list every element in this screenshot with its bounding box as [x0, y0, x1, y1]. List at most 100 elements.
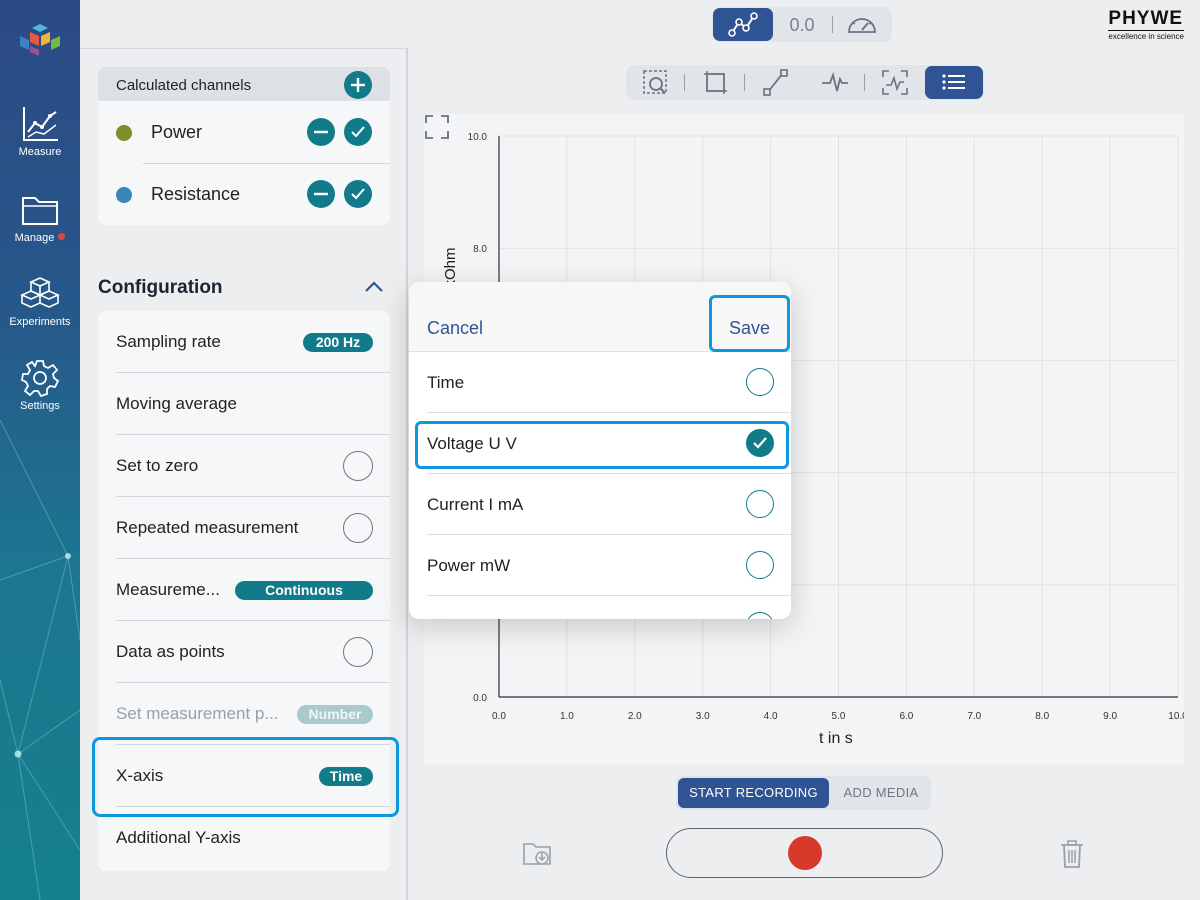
option-radio[interactable]: [746, 368, 774, 396]
calculated-channels-title: Calculated channels: [116, 77, 252, 94]
option-radio[interactable]: [746, 490, 774, 518]
y-tick-label: 0.0: [473, 693, 487, 704]
option-partial[interactable]: [409, 596, 791, 619]
channel-color-dot: [116, 125, 132, 141]
divider: [864, 74, 865, 91]
save-to-folder-icon[interactable]: [522, 838, 554, 868]
option-label: Current I mA: [427, 495, 524, 514]
add-channel-button[interactable]: [344, 71, 372, 99]
x-tick-label: 6.0: [899, 711, 913, 722]
signal-analysis-button[interactable]: [806, 65, 864, 100]
digital-value-button[interactable]: 0.0: [780, 15, 824, 36]
y-tick-label: 10.0: [468, 132, 488, 143]
row-label: Set to zero: [116, 456, 199, 475]
divider: [832, 16, 833, 33]
signal-frame-button[interactable]: [866, 65, 924, 100]
option-radio[interactable]: [746, 612, 774, 619]
x-axis-label: t in s: [819, 730, 853, 747]
recording-mode-switch: START RECORDING ADD MEDIA: [676, 776, 931, 810]
rail-item-label: Experiments: [9, 316, 71, 328]
channel-enabled-toggle[interactable]: [344, 180, 372, 208]
remove-channel-button[interactable]: [307, 180, 335, 208]
rail-item-settings[interactable]: Settings: [0, 358, 80, 412]
sampling-rate-badge: 200 Hz: [303, 333, 373, 352]
measurement-points-badge: Number: [297, 705, 373, 724]
channel-row-resistance[interactable]: Resistance: [98, 163, 390, 225]
config-row-data-as-points[interactable]: Data as points: [98, 621, 390, 683]
record-button[interactable]: [666, 828, 943, 878]
x-tick-label: 10.0: [1168, 711, 1184, 722]
rail-item-label: Manage: [14, 232, 55, 244]
brand-logo: PHYWE excellence in science: [1108, 9, 1184, 41]
list-view-button[interactable]: [925, 66, 983, 99]
channel-enabled-toggle[interactable]: [344, 118, 372, 146]
graph-view-button[interactable]: [713, 8, 773, 41]
gauge-icon[interactable]: [845, 11, 879, 37]
list-icon: [942, 74, 965, 90]
rail-item-measure[interactable]: Measure: [0, 104, 80, 158]
config-row-set-measurement-points: Set measurement p... Number: [98, 683, 390, 745]
app-logo-icon[interactable]: [18, 22, 62, 58]
config-row-measurement-mode[interactable]: Measureme... Continuous: [98, 559, 390, 621]
calculated-channels-header: Calculated channels: [98, 67, 390, 101]
row-label: Set measurement p...: [116, 704, 279, 723]
x-axis-selection-dialog: Cancel Save Time Voltage U V Current I m…: [409, 282, 791, 619]
x-tick-label: 8.0: [1035, 711, 1049, 722]
channel-name: Resistance: [151, 184, 241, 204]
cancel-button[interactable]: Cancel: [427, 318, 483, 339]
fit-to-screen-button[interactable]: [686, 65, 744, 100]
minus-icon: [314, 130, 328, 134]
data-as-points-radio[interactable]: [343, 637, 373, 667]
network-background-decoration: [0, 419, 80, 900]
config-row-repeated-measurement[interactable]: Repeated measurement: [98, 497, 390, 559]
chevron-up-icon[interactable]: [362, 279, 386, 295]
start-recording-tab[interactable]: START RECORDING: [678, 778, 829, 808]
x-tick-label: 0.0: [492, 711, 506, 722]
trash-icon[interactable]: [1058, 838, 1086, 870]
channel-row-power[interactable]: Power: [98, 101, 390, 163]
waveform-icon: [822, 71, 848, 92]
x-tick-label: 3.0: [696, 711, 710, 722]
x-tick-label: 5.0: [832, 711, 846, 722]
rail-item-manage[interactable]: Manage: [0, 190, 80, 244]
option-radio[interactable]: [746, 551, 774, 579]
set-to-zero-radio[interactable]: [343, 451, 373, 481]
rail-item-label: Measure: [18, 146, 62, 158]
graph-icon: [728, 12, 758, 37]
rail-item-experiments[interactable]: Experiments: [0, 274, 80, 328]
x-tick-label: 4.0: [764, 711, 778, 722]
minus-icon: [314, 192, 328, 196]
signal-frame-icon: [882, 70, 908, 95]
x-tick-label: 7.0: [967, 711, 981, 722]
x-tick-label: 9.0: [1103, 711, 1117, 722]
config-row-moving-average[interactable]: Moving average: [98, 373, 390, 435]
check-icon: [351, 188, 365, 200]
add-media-tab[interactable]: ADD MEDIA: [833, 778, 929, 808]
option-power[interactable]: Power mW: [409, 535, 791, 596]
expand-icon[interactable]: [424, 114, 450, 140]
row-label: Sampling rate: [116, 332, 221, 351]
x-tick-label: 1.0: [560, 711, 574, 722]
config-row-set-to-zero[interactable]: Set to zero: [98, 435, 390, 497]
x-tick-label: 2.0: [628, 711, 642, 722]
check-icon: [351, 126, 365, 138]
repeated-measurement-radio[interactable]: [343, 513, 373, 543]
x-axis-focus-highlight: [92, 737, 399, 817]
option-label: Time: [427, 373, 465, 392]
chart-toolbar: [626, 65, 984, 100]
save-focus-highlight: [709, 295, 790, 352]
y-tick-label: 8.0: [473, 244, 487, 255]
divider: [744, 74, 745, 91]
measurement-mode-badge: Continuous: [235, 581, 373, 600]
row-label: Repeated measurement: [116, 518, 299, 537]
option-current[interactable]: Current I mA: [409, 474, 791, 535]
cubes-icon: [20, 277, 60, 308]
brand-tagline: excellence in science: [1108, 30, 1184, 41]
measure-line-button[interactable]: [746, 65, 804, 100]
option-time[interactable]: Time: [409, 352, 791, 413]
row-label: Data as points: [116, 642, 225, 661]
remove-channel-button[interactable]: [307, 118, 335, 146]
zoom-area-button[interactable]: [626, 65, 684, 100]
config-row-sampling-rate[interactable]: Sampling rate 200 Hz: [98, 311, 390, 373]
top-bar: 0.0 PHYWE excellence in science: [80, 0, 1200, 48]
